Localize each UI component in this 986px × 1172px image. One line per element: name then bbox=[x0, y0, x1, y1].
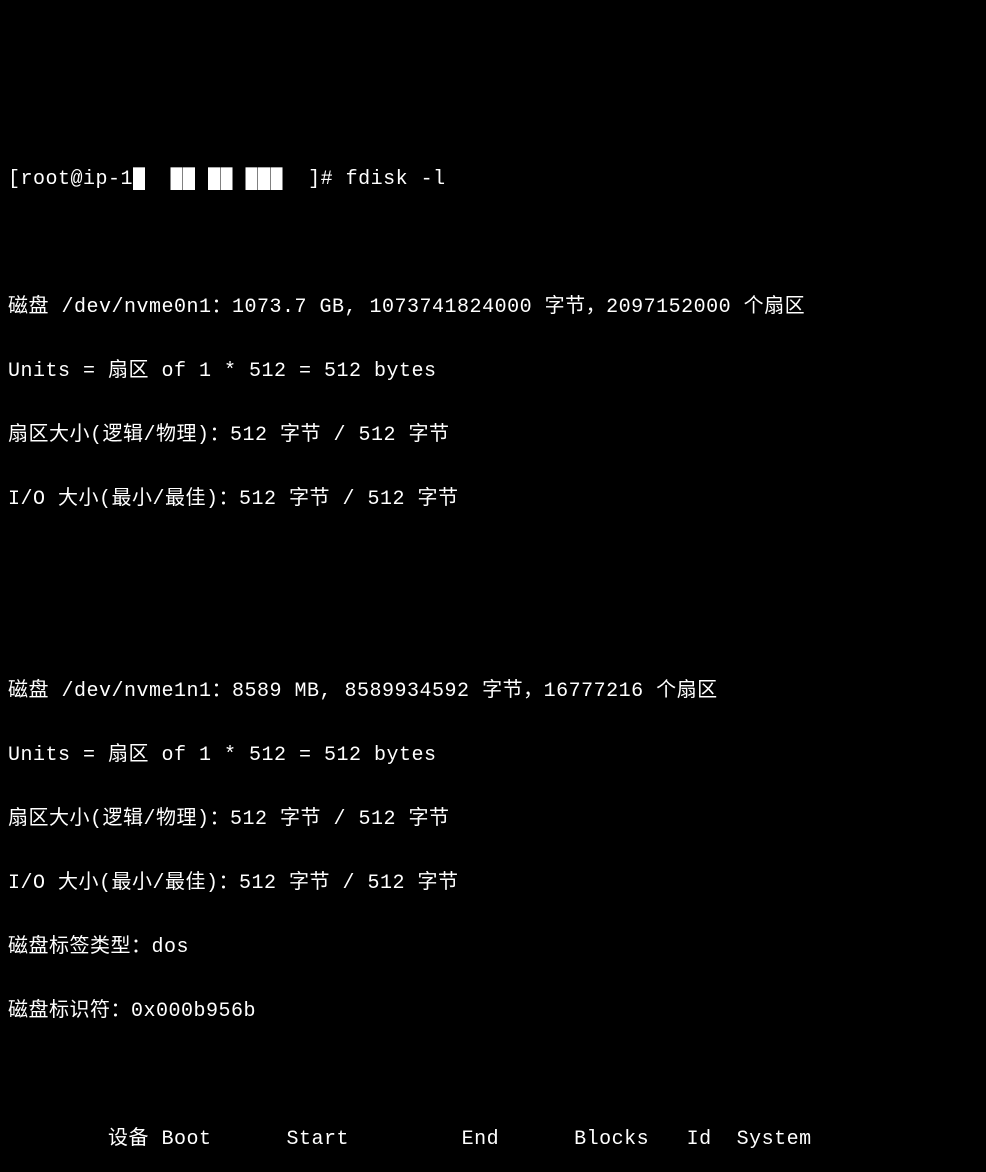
prompt-line[interactable]: [root@ip-1█ ██ ██ ███ ]# fdisk -l bbox=[8, 164, 978, 196]
disk2-label-type: 磁盘标签类型：dos bbox=[8, 932, 978, 964]
blank-line bbox=[8, 1060, 978, 1092]
command-text: fdisk -l bbox=[346, 168, 446, 191]
prompt-prefix: [root@ip- bbox=[8, 168, 121, 191]
prompt-suffix: ]# bbox=[308, 168, 346, 191]
terminal-output: [root@ip-1█ ██ ██ ███ ]# fdisk -l 磁盘 /de… bbox=[8, 132, 978, 1172]
disk1-io-size: I/O 大小(最小/最佳)：512 字节 / 512 字节 bbox=[8, 484, 978, 516]
disk2-identifier: 磁盘标识符：0x000b956b bbox=[8, 996, 978, 1028]
prompt-redacted-host: 1█ ██ ██ ███ bbox=[121, 168, 309, 191]
disk1-units: Units = 扇区 of 1 * 512 = 512 bytes bbox=[8, 356, 978, 388]
blank-line bbox=[8, 612, 978, 644]
disk2-sector-size: 扇区大小(逻辑/物理)：512 字节 / 512 字节 bbox=[8, 804, 978, 836]
disk2-units: Units = 扇区 of 1 * 512 = 512 bytes bbox=[8, 740, 978, 772]
disk2-io-size: I/O 大小(最小/最佳)：512 字节 / 512 字节 bbox=[8, 868, 978, 900]
partition-table-header: 设备 Boot Start End Blocks Id System bbox=[8, 1124, 978, 1156]
disk1-sector-size: 扇区大小(逻辑/物理)：512 字节 / 512 字节 bbox=[8, 420, 978, 452]
disk2-header: 磁盘 /dev/nvme1n1：8589 MB, 8589934592 字节，1… bbox=[8, 676, 978, 708]
disk1-header: 磁盘 /dev/nvme0n1：1073.7 GB, 1073741824000… bbox=[8, 292, 978, 324]
blank-line bbox=[8, 548, 978, 580]
blank-line bbox=[8, 228, 978, 260]
